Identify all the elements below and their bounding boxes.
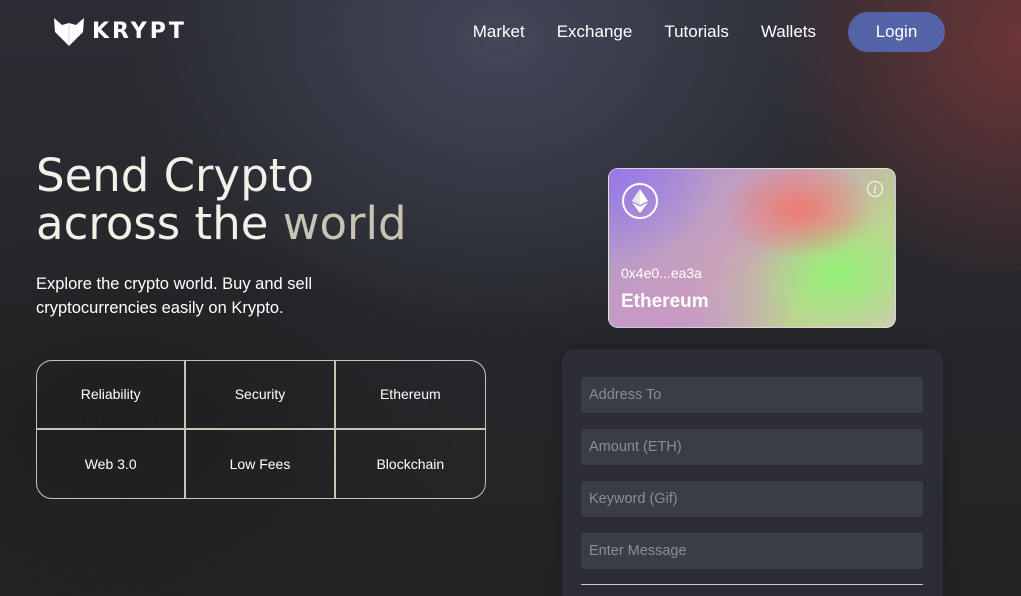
network-name: Ethereum [621,291,709,312]
info-icon[interactable]: i [867,181,883,197]
feature-ethereum: Ethereum [335,361,485,430]
hero-title-line1: Send Crypto [36,149,314,202]
fox-logo-icon [54,18,84,46]
main-nav: Market Exchange Tutorials Wallets Login [473,12,945,52]
ethereum-card: i 0x4e0...ea3a Ethereum [608,168,896,328]
nav-link-exchange[interactable]: Exchange [557,12,633,52]
hero-title: Send Crypto across the world [36,152,407,248]
feature-low-fees: Low Fees [186,429,336,498]
hero-description: Explore the crypto world. Buy and sell c… [36,275,313,317]
login-button[interactable]: Login [848,12,945,52]
feature-blockchain: Blockchain [376,455,445,472]
form-divider [581,584,923,585]
message-input[interactable] [581,533,923,569]
keyword-input[interactable] [581,481,923,517]
nav-link-wallets[interactable]: Wallets [761,12,816,52]
ethereum-icon [632,189,648,213]
hero-title-line2: across the [36,197,283,250]
ethereum-badge [622,183,658,219]
brand-name: KRYPT [92,18,187,44]
wallet-address: 0x4e0...ea3a [621,265,702,281]
hero-title-highlight: world [282,197,407,250]
brand-logo[interactable]: KRYPT [52,14,187,48]
nav-link-market[interactable]: Market [473,12,525,52]
nav-link-tutorials[interactable]: Tutorials [664,12,729,52]
address-to-input[interactable] [581,377,923,413]
send-form [562,349,943,596]
amount-input[interactable] [581,429,923,465]
feature-reliability: Reliability [37,361,187,430]
feature-grid: Reliability Security Ethereum Web 3.0 Lo… [36,360,486,499]
feature-web3: Web 3.0 [37,429,187,498]
feature-security: Security [186,361,336,430]
